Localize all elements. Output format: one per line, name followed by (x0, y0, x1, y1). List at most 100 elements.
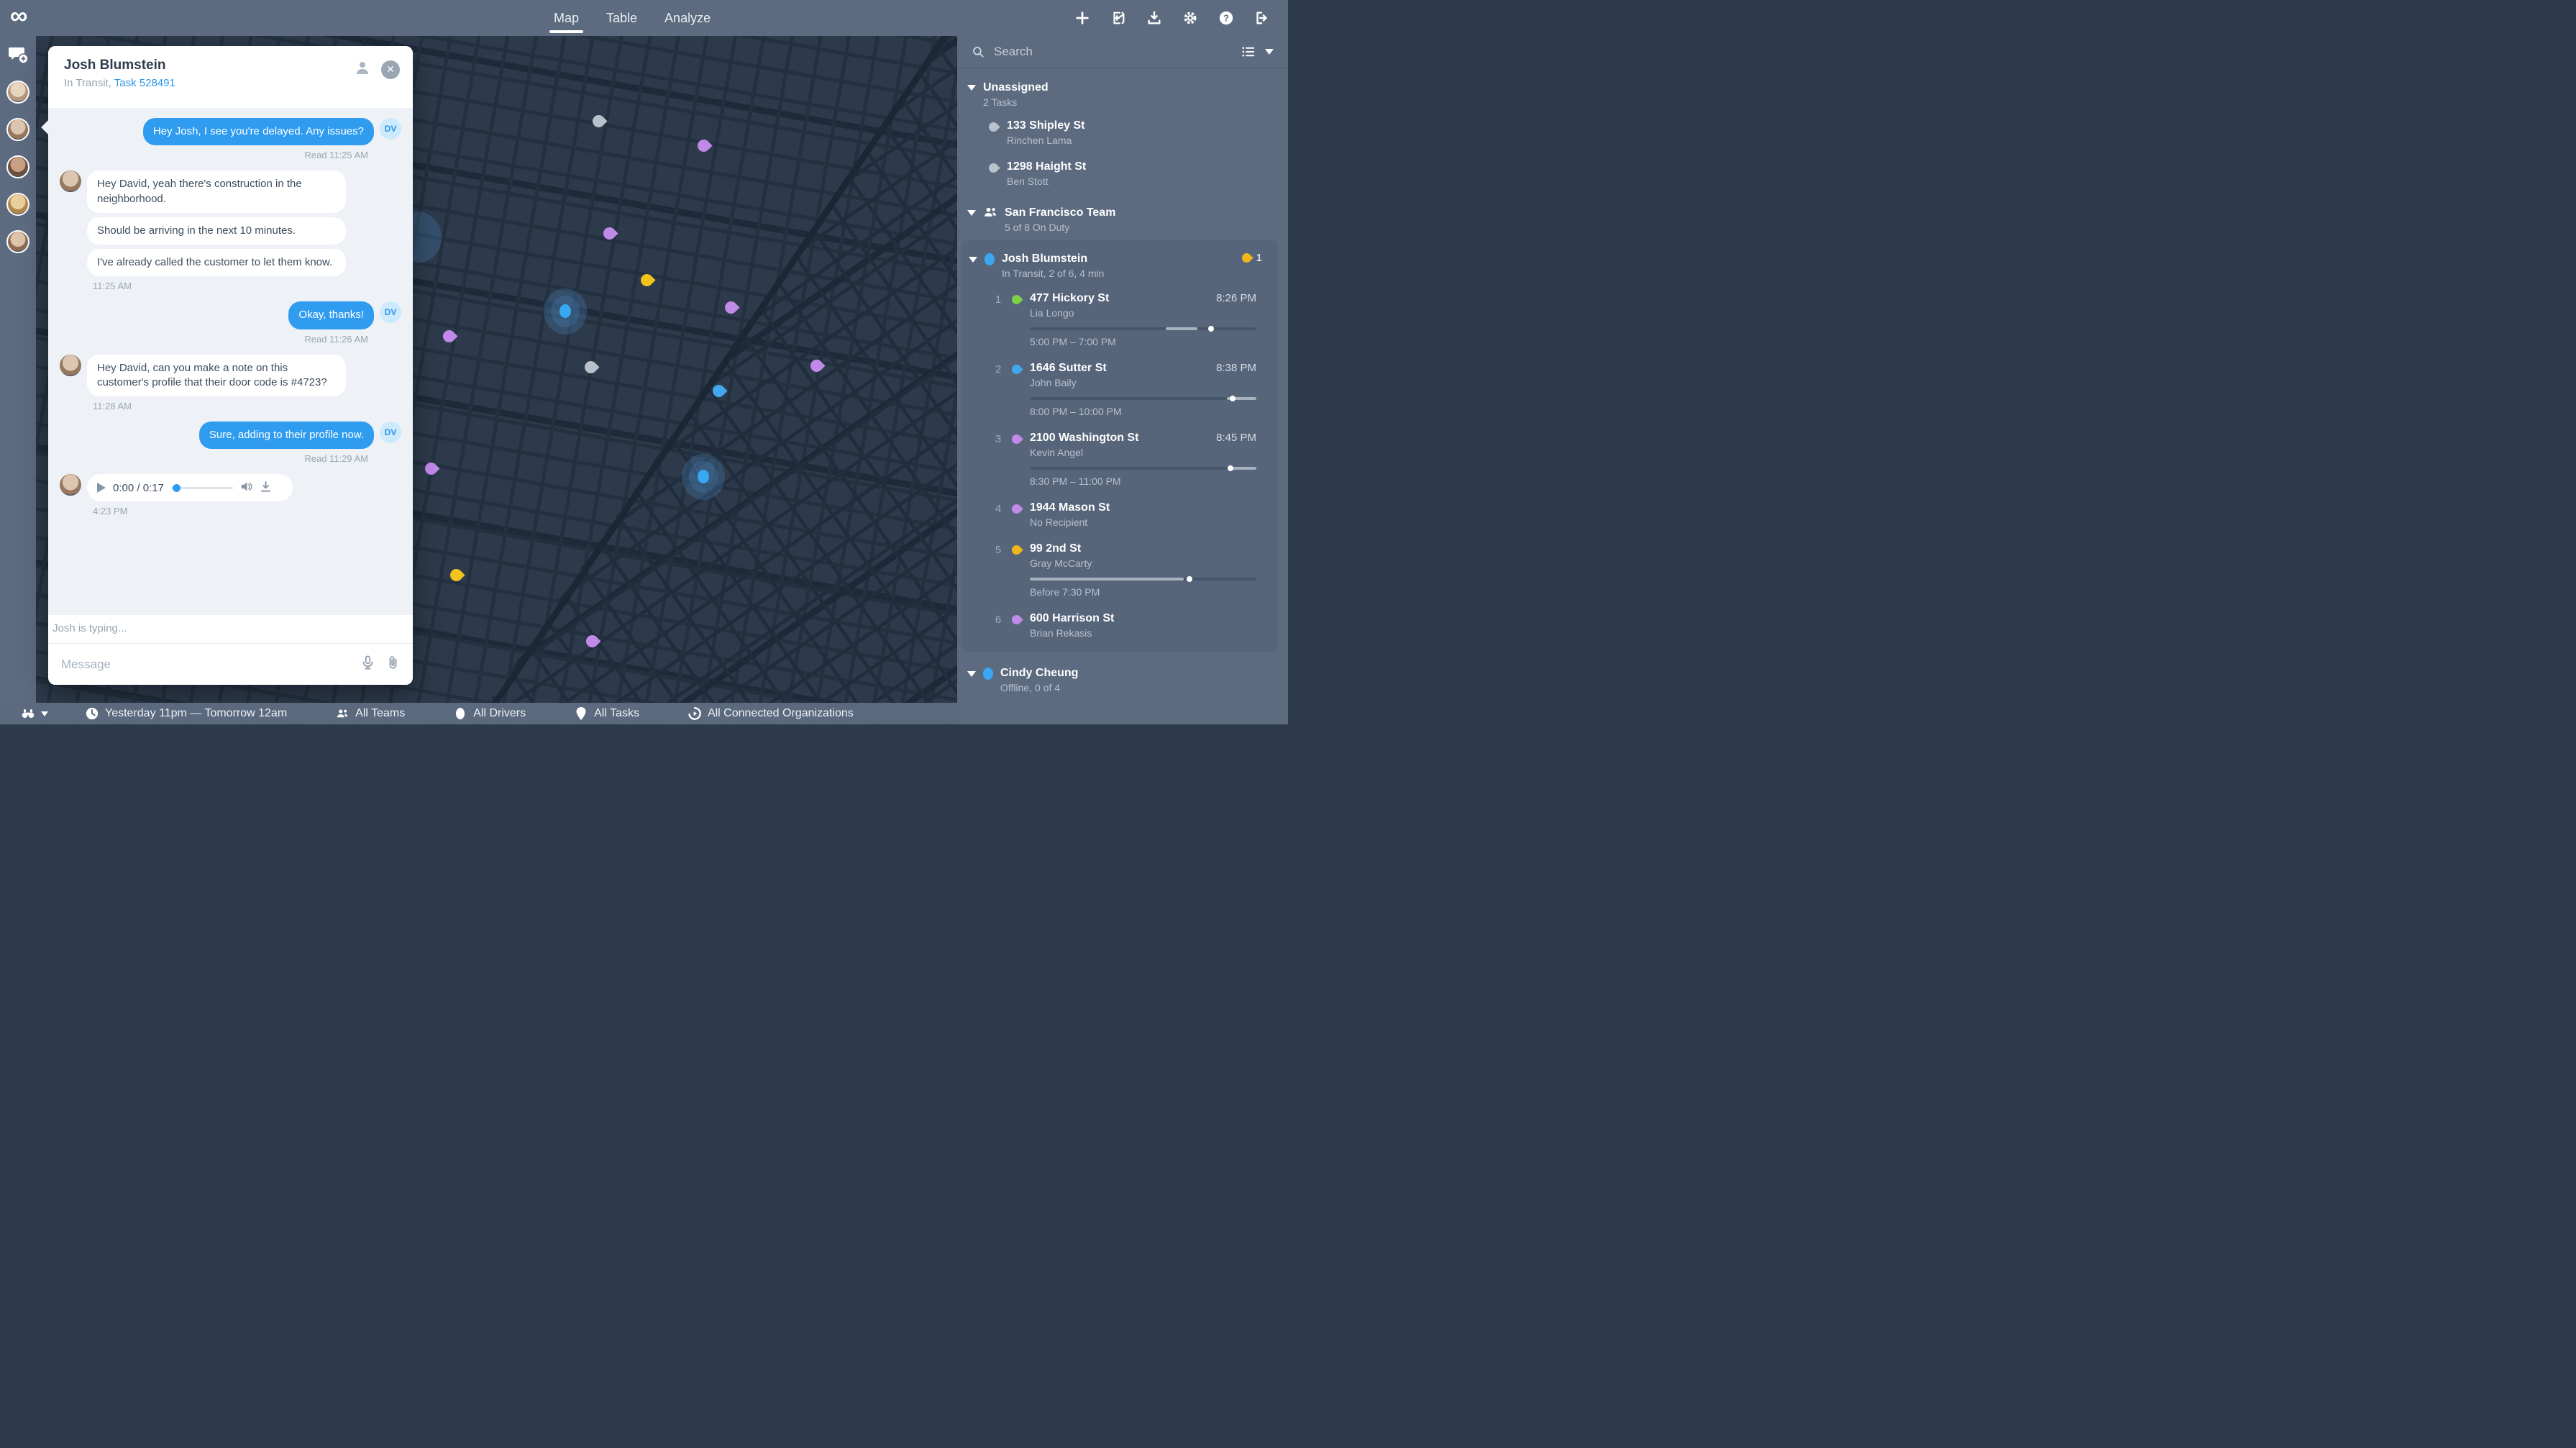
dispatch-app: ∞ Map Table Analyze ? (0, 0, 1288, 724)
tab-analyze[interactable]: Analyze (664, 0, 711, 36)
task-row[interactable]: 3 2100 Washington St 8:45 PM Kevin Angel… (967, 424, 1272, 494)
infinity-logo[interactable]: ∞ (10, 2, 27, 30)
top-action-icons: ? (1074, 0, 1271, 36)
task-group-list[interactable]: Unassigned 2 Tasks 133 Shipley St Rinche… (957, 69, 1288, 724)
caret-down-icon[interactable] (967, 85, 976, 91)
task-row[interactable]: 6 600 Harrison St Brian Rekasis (967, 605, 1272, 646)
contact-avatar (60, 474, 81, 496)
driver-oval-icon (454, 707, 467, 720)
task-eta: 8:26 PM (1216, 292, 1256, 305)
driver-avatar-2[interactable] (0, 111, 36, 148)
tab-table[interactable]: Table (606, 0, 637, 36)
driver-name: Cindy Cheung (1000, 666, 1274, 680)
group-title: San Francisco Team (1005, 206, 1115, 220)
driver-status-dot (983, 668, 993, 680)
caret-down-icon[interactable] (967, 671, 976, 677)
contact-profile-icon[interactable] (354, 59, 371, 80)
chat-contact-status: In Transit, Task 528491 (64, 77, 398, 89)
message-bubble: Sure, adding to their profile now. (199, 422, 374, 449)
caret-down-icon[interactable] (967, 210, 976, 216)
filter-connected-orgs[interactable]: All Connected Organizations (688, 707, 854, 720)
chat-avatar-list (0, 73, 36, 260)
close-icon[interactable]: ✕ (381, 60, 400, 79)
caret-down-icon[interactable] (969, 257, 977, 263)
task-address: 477 Hickory St (1030, 292, 1109, 305)
logout-icon[interactable] (1253, 9, 1271, 27)
task-time-window: 8:30 PM – 11:00 PM (1030, 475, 1256, 487)
task-recipient: Brian Rekasis (1030, 627, 1092, 639)
task-row[interactable]: 1298 Haight St Ben Stott (957, 153, 1288, 194)
audio-time: 0:00 / 0:17 (113, 482, 164, 494)
team-icon (983, 206, 997, 222)
driver-avatar-5[interactable] (0, 223, 36, 260)
driver-avatar-4[interactable] (0, 186, 36, 223)
download-audio-icon[interactable] (260, 481, 272, 496)
filter-label: All Tasks (594, 707, 639, 720)
filter-binoculars[interactable] (22, 707, 48, 720)
group-header-team[interactable]: San Francisco Team 5 of 8 On Duty (957, 194, 1288, 237)
task-row[interactable]: 133 Shipley St Rinchen Lama (957, 112, 1288, 153)
task-row[interactable]: 5 99 2nd St Gray McCarty Before 7:30 PM (967, 535, 1272, 605)
audio-scrubber[interactable] (171, 487, 233, 489)
task-sequence-number: 4 (993, 501, 1003, 528)
task-sequence-number: 6 (993, 612, 1003, 639)
task-recipient: Rinchen Lama (1007, 135, 1072, 146)
microphone-icon[interactable] (361, 655, 375, 673)
paperclip-icon[interactable] (386, 655, 400, 673)
contact-avatar (60, 170, 81, 192)
message-bubble: Should be arriving in the next 10 minute… (87, 217, 346, 245)
import-icon[interactable] (1110, 9, 1127, 27)
task-address: 1944 Mason St (1030, 501, 1110, 514)
typing-indicator: Josh is typing... (48, 615, 413, 643)
voice-message-player: 0:00 / 0:17 (87, 474, 293, 501)
task-pin-icon (1010, 432, 1023, 445)
message-timestamp: 11:25 AM (93, 281, 401, 291)
filter-teams[interactable]: All Teams (336, 707, 405, 720)
help-icon[interactable]: ? (1218, 9, 1235, 27)
outgoing-message: Okay, thanks!DV (60, 301, 401, 329)
incoming-message: Hey David, can you make a note on this c… (60, 355, 401, 397)
avatar (6, 118, 29, 141)
filter-clock[interactable]: Yesterday 11pm — Tomorrow 12am (86, 707, 287, 720)
group-header-unassigned[interactable]: Unassigned 2 Tasks (957, 69, 1288, 112)
add-icon[interactable] (1074, 9, 1091, 27)
caret-down-icon[interactable] (1265, 49, 1274, 55)
filter-driver-oval[interactable]: All Drivers (454, 707, 526, 720)
task-pin-icon (987, 120, 1000, 133)
message-bubble: Hey David, can you make a note on this c… (87, 355, 346, 397)
task-row[interactable]: 2 1646 Sutter St 8:38 PM John Baily 8:00… (967, 355, 1272, 424)
chat-message-list[interactable]: Hey Josh, I see you're delayed. Any issu… (48, 108, 413, 615)
task-pin-icon (1010, 613, 1023, 626)
filter-bar: Yesterday 11pm — Tomorrow 12am All Teams A… (0, 703, 957, 724)
task-time-window: 8:00 PM – 10:00 PM (1030, 406, 1256, 417)
driver-status: In Transit, 2 of 6, 4 min (1002, 268, 1235, 279)
task-row[interactable]: 1 477 Hickory St 8:26 PM Lia Longo 5:00 … (967, 285, 1272, 355)
task-link[interactable]: Task 528491 (114, 77, 175, 89)
settings-gear-icon[interactable] (1182, 9, 1199, 27)
teams-icon (336, 707, 349, 720)
filter-label: All Connected Organizations (708, 707, 854, 720)
task-sidebar: Unassigned 2 Tasks 133 Shipley St Rinche… (957, 36, 1288, 724)
chat-header: Josh Blumstein In Transit, Task 528491 ✕ (48, 46, 413, 108)
driver-avatar-1[interactable] (0, 73, 36, 111)
task-pin-icon (575, 707, 588, 720)
map-driver-dot[interactable] (698, 470, 709, 483)
message-timestamp: 11:28 AM (93, 401, 401, 411)
sidebar-search-row (957, 36, 1288, 68)
driver-row[interactable]: Cindy Cheung Offline, 0 of 4 (957, 656, 1288, 699)
map-driver-dot[interactable] (559, 304, 571, 318)
speaker-icon[interactable] (240, 481, 252, 496)
message-input[interactable] (61, 657, 361, 672)
avatar (6, 155, 29, 178)
badge-count: 1 (1256, 252, 1262, 264)
new-chat-icon[interactable] (0, 36, 36, 73)
driver-avatar-3[interactable] (0, 148, 36, 186)
list-view-icon[interactable] (1242, 45, 1255, 58)
tab-map[interactable]: Map (554, 0, 579, 36)
driver-row[interactable]: Josh Blumstein In Transit, 2 of 6, 4 min… (967, 243, 1272, 285)
download-icon[interactable] (1146, 9, 1163, 27)
task-row[interactable]: 4 1944 Mason St No Recipient (967, 494, 1272, 535)
play-icon[interactable] (97, 483, 106, 493)
search-input[interactable] (994, 45, 1242, 59)
filter-task-pin[interactable]: All Tasks (575, 707, 639, 720)
